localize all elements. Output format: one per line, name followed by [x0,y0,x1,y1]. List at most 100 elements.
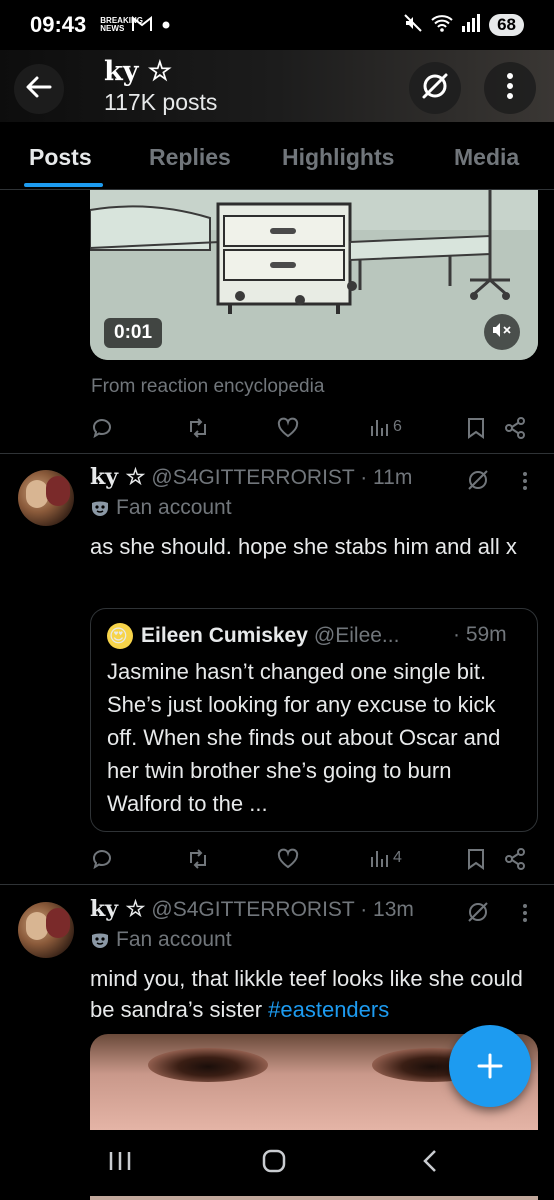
heart-icon [277,417,299,438]
repost-icon [190,849,206,869]
post-count: 117K posts [104,89,218,115]
grok-icon[interactable] [466,900,490,929]
reply-icon [93,419,111,439]
views-button[interactable]: 4 [370,847,402,869]
view-count: 6 [393,418,402,435]
mute-button[interactable] [484,314,520,350]
bookmark-icon [468,418,484,439]
profile-header: ky ☆ 117K posts [0,50,554,122]
breaking-news-icon: BREAKING NEWS [100,16,143,33]
share-button[interactable] [503,847,527,871]
hashtag-link[interactable]: #eastenders [268,997,389,1022]
system-icons: 68 [403,13,524,38]
plus-icon [477,1053,503,1079]
action-bar: 6 [90,416,530,446]
repost-button[interactable] [186,416,210,440]
wifi-icon [431,14,453,37]
account-label: Fan account [90,928,232,952]
author-name[interactable]: ky ☆ [90,464,145,490]
quote-header: 😍 Eileen Cumiskey @Eilee... [107,623,399,649]
fan-mask-icon [92,933,108,948]
home-icon [262,1149,286,1173]
share-icon [505,848,525,870]
avatar[interactable] [18,470,74,526]
bookmark-button[interactable] [465,847,487,871]
like-button[interactable] [276,847,300,871]
tab-posts[interactable]: Posts [29,144,92,171]
grok-icon [420,71,450,106]
action-bar: 4 [90,847,530,877]
tab-replies[interactable]: Replies [149,144,231,171]
repost-button[interactable] [186,847,210,871]
profile-title-block: ky ☆ 117K posts [104,56,217,116]
chevron-left-icon [423,1150,436,1172]
tweet-header: ky ☆ @S4GITTERRORIST · 13m [90,896,414,922]
bookmark-button[interactable] [465,416,487,440]
profile-name: ky ☆ [104,56,173,87]
fan-mask-icon [92,501,108,516]
tab-highlights[interactable]: Highlights [282,144,394,171]
compose-button[interactable] [449,1025,531,1107]
video-player[interactable]: 0:01 [90,190,538,360]
back-nav-button[interactable] [420,1148,440,1179]
tab-media[interactable]: Media [454,144,519,171]
author-handle-time[interactable]: @S4GITTERRORIST · 13m [151,898,413,922]
account-label-text: Fan account [116,496,232,519]
author-name[interactable]: ky ☆ [90,896,145,922]
signal-icon [461,13,481,37]
quote-author-name: Eileen Cumiskey [141,624,308,647]
back-arrow-icon [25,73,53,106]
grok-button[interactable] [409,62,461,114]
post-divider [0,453,554,454]
dot-icon [162,18,170,32]
views-button[interactable]: 6 [370,416,402,438]
home-button[interactable] [261,1148,287,1179]
image-left-eye [148,1048,268,1082]
tweet-header: ky ☆ @S4GITTERRORIST · 11m [90,464,412,490]
notification-icons: BREAKING NEWS [100,15,170,35]
tweet-more-icon[interactable] [523,904,527,922]
avatar[interactable] [18,902,74,958]
heart-icon [277,848,299,869]
tweet-text: mind you, that likkle teef looks like sh… [90,963,530,1025]
tweet-more-icon[interactable] [523,472,527,490]
back-button[interactable] [14,64,64,114]
more-vertical-icon [506,72,514,105]
recent-apps-icon [109,1152,131,1170]
mute-icon [403,13,423,38]
quoted-tweet[interactable]: 😍 Eileen Cumiskey @Eilee... · 59m Jasmin… [90,608,538,832]
media-peek [90,1196,538,1200]
reply-button[interactable] [90,416,114,440]
like-button[interactable] [276,416,300,440]
account-label-text: Fan account [116,928,232,951]
active-tab-indicator [24,183,103,187]
speaker-muted-icon [492,322,512,343]
views-icon [371,420,388,436]
bookmark-icon [468,849,484,870]
post-divider [0,884,554,885]
system-nav-bar [0,1130,554,1200]
repost-icon [190,418,206,438]
status-time: 09:43 [30,12,87,37]
quote-time: · 59m [453,623,507,646]
battery-indicator: 68 [489,14,524,36]
author-handle-time[interactable]: @S4GITTERRORIST · 11m [151,466,412,490]
profile-tabs: Posts Replies Highlights Media [0,122,554,190]
tweet-text: as she should. hope she stabs him and al… [90,534,517,559]
quote-text: Jasmine hasn’t changed one single bit. S… [107,659,501,816]
more-options-button[interactable] [484,62,536,114]
status-bar: 09:43 BREAKING NEWS 68 [0,0,554,50]
view-count: 4 [393,849,402,866]
media-attribution: From reaction encyclopedia [91,376,325,397]
quote-avatar[interactable]: 😍 [107,623,133,649]
views-icon [371,851,388,867]
grok-icon[interactable] [466,468,490,497]
account-label: Fan account [90,496,232,520]
quote-author-handle: @Eilee... [313,624,400,647]
reply-icon [93,850,111,870]
gmail-icon [132,15,153,35]
reply-button[interactable] [90,847,114,871]
share-button[interactable] [503,416,527,440]
recent-apps-button[interactable] [108,1148,132,1179]
video-timecode: 0:01 [104,318,163,348]
